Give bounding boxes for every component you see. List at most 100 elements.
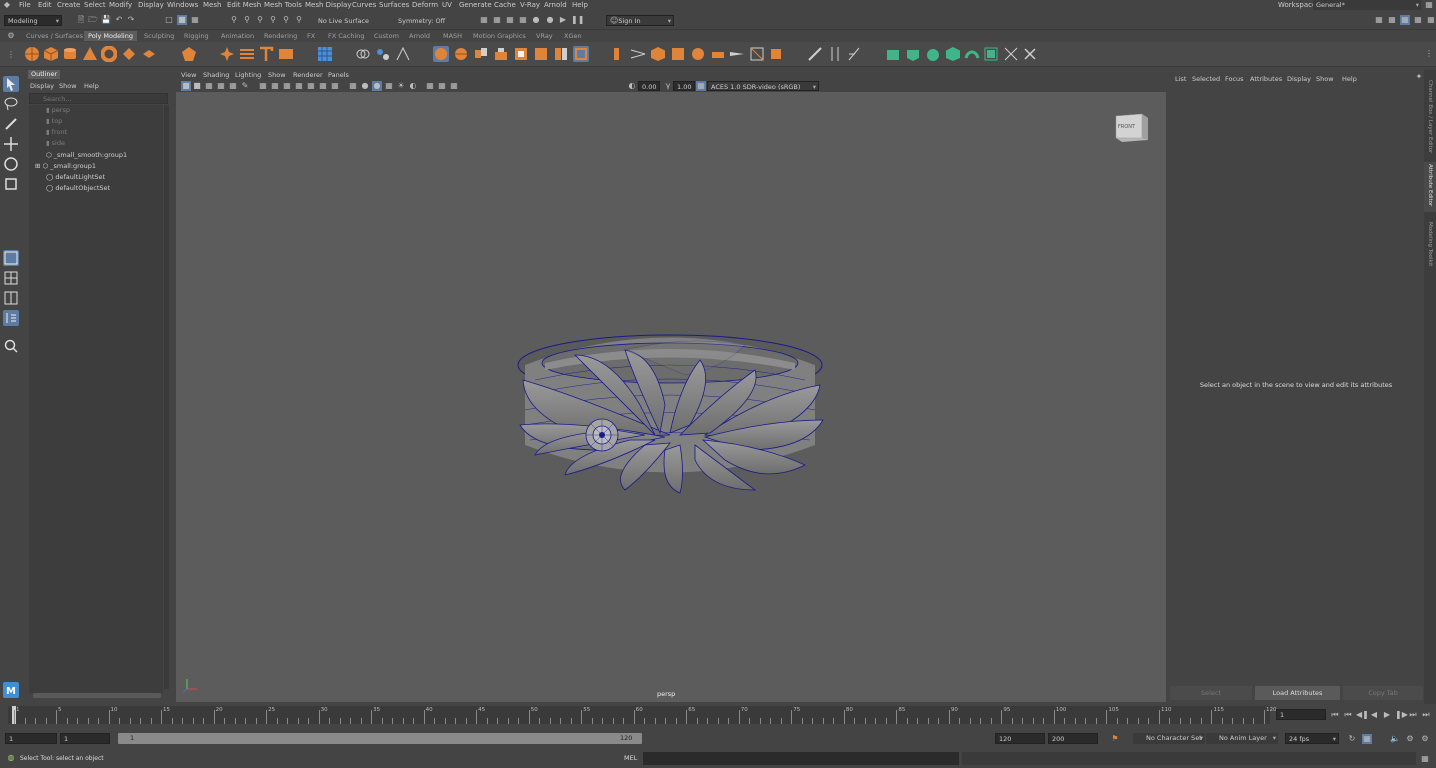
script-editor-open-icon[interactable]: ▦ [1420, 754, 1430, 764]
menu-surfaces[interactable]: Surfaces [379, 1, 409, 9]
ae-menu-attributes[interactable]: Attributes [1250, 74, 1282, 84]
color-management-icon[interactable]: ▦ [696, 81, 706, 91]
animation-end-field[interactable]: 200 [1048, 733, 1098, 744]
vray-render-icon[interactable]: ● [545, 15, 555, 25]
outliner-vertical-scrollbar[interactable] [164, 105, 169, 689]
cut-uv-icon[interactable] [1003, 46, 1019, 62]
outliner-item-persp[interactable]: ▮ persp [46, 105, 70, 116]
render-settings-icon[interactable]: ▦ [518, 15, 528, 25]
connect-icon[interactable] [690, 46, 706, 62]
select-tool-icon[interactable] [3, 76, 19, 92]
render-frame-icon[interactable]: ▦ [492, 15, 502, 25]
slide-edge-icon[interactable] [846, 46, 862, 62]
tool-settings-icon[interactable]: ▦ [1413, 15, 1423, 25]
character-set-dropdown[interactable]: No Character Set [1133, 733, 1205, 744]
cached-playback-icon[interactable]: ▦ [1362, 734, 1372, 744]
viewport-menu-panels[interactable]: Panels [328, 70, 349, 80]
bookmarks-icon[interactable]: ▦ [204, 81, 214, 91]
sign-in-dropdown[interactable]: ☺Sign In [606, 15, 674, 26]
resolution-gate-icon[interactable]: ▦ [282, 81, 292, 91]
snap-projected-icon[interactable]: ⚲ [268, 15, 278, 25]
outliner-item-default-object-set[interactable]: ◯ defaultObjectSet [46, 183, 110, 194]
outliner-item-front[interactable]: ▮ front [46, 127, 67, 138]
ae-copy-tab-button[interactable]: Copy Tab [1343, 686, 1423, 700]
menu-modify[interactable]: Modify [109, 1, 132, 9]
move-tool-icon[interactable] [3, 136, 19, 152]
maya-home-icon[interactable]: M [3, 682, 19, 698]
unfold-uv-icon[interactable] [964, 46, 980, 62]
new-scene-icon[interactable]: 🗎 [76, 15, 86, 25]
super-shape-icon[interactable] [219, 46, 235, 62]
gamma-icon[interactable]: γ [663, 81, 673, 91]
wireframe-on-shaded-icon[interactable]: ● [372, 81, 382, 91]
ipr-render-icon[interactable]: ▦ [505, 15, 515, 25]
two-view-icon[interactable] [3, 290, 19, 306]
poly-cube-icon[interactable] [43, 46, 59, 62]
offset-edge-icon[interactable] [630, 46, 646, 62]
menu-display[interactable]: Display [138, 1, 164, 9]
poly-plane-icon[interactable] [121, 46, 137, 62]
single-view-icon[interactable] [3, 250, 19, 266]
paint-select-icon[interactable] [3, 116, 19, 132]
poly-disc-icon[interactable] [141, 46, 157, 62]
uv-editor-icon[interactable] [317, 46, 333, 62]
tab-custom[interactable]: Custom [370, 31, 403, 41]
menu-arnold[interactable]: Arnold [544, 1, 567, 9]
outliner-item-small-group[interactable]: ⊞ ⬡ _small:group1 [35, 161, 96, 172]
search-icon[interactable] [3, 338, 19, 354]
quad-draw-icon[interactable] [650, 46, 666, 62]
safe-action-icon[interactable]: ▦ [318, 81, 328, 91]
ae-menu-selected[interactable]: Selected [1192, 74, 1220, 84]
go-to-start-icon[interactable]: ⏮ [1330, 710, 1340, 720]
fill-hole-icon[interactable] [533, 46, 549, 62]
playback-end-field[interactable]: 120 [995, 733, 1045, 744]
command-language-label[interactable]: MEL [624, 754, 637, 762]
insert-edge-loop-icon[interactable] [611, 46, 627, 62]
side-tab-channel-box[interactable]: Channel Box / Layer Editor [1424, 80, 1436, 158]
planar-uv-icon[interactable] [885, 46, 901, 62]
auto-key-icon[interactable]: ⚙ [1420, 734, 1430, 744]
snap-grid-icon[interactable]: ⚲ [229, 15, 239, 25]
outliner-menu-show[interactable]: Show [59, 81, 77, 91]
menu-select[interactable]: Select [84, 1, 106, 9]
step-back-key-icon[interactable]: ⏮ [1343, 710, 1353, 720]
fps-dropdown[interactable]: 24 fps [1285, 733, 1339, 744]
platonic-solid-icon[interactable] [181, 46, 197, 62]
play-forward-icon[interactable]: ▶ [1382, 710, 1392, 720]
script-editor-icon[interactable]: ◍ [6, 753, 16, 763]
outliner-search-input[interactable]: Search... [29, 93, 168, 104]
channel-box-icon[interactable]: ▦ [1426, 15, 1436, 25]
ring-model[interactable] [505, 325, 835, 495]
menu-set-dropdown[interactable]: Modeling [4, 15, 62, 26]
tab-mash[interactable]: MASH [439, 31, 466, 41]
rotate-tool-icon[interactable] [3, 156, 19, 172]
menu-deform[interactable]: Deform [412, 1, 438, 9]
viewport-menu-shading[interactable]: Shading [203, 70, 229, 80]
step-back-frame-icon[interactable]: ◀❚ [1356, 710, 1369, 720]
svg-icon[interactable] [278, 46, 294, 62]
select-hierarchy-icon[interactable]: □ [164, 15, 174, 25]
undo-icon[interactable]: ↶ [114, 15, 124, 25]
exposure-icon[interactable]: ◐ [627, 81, 637, 91]
viewport-menu-view[interactable]: View [181, 70, 196, 80]
select-object-icon[interactable]: ■ [177, 15, 187, 25]
four-view-icon[interactable] [3, 270, 19, 286]
time-slider[interactable]: 1 5 10 15 20 25 30 35 40 45 50 55 60 65 70 75 80 85 90 95 10… [0, 704, 1436, 728]
outliner-layout-icon[interactable] [3, 310, 19, 326]
menu-file[interactable]: File [19, 1, 31, 9]
ae-menu-help[interactable]: Help [1342, 74, 1357, 84]
outliner-title[interactable]: Outliner [28, 70, 61, 79]
lights-icon[interactable]: ☀ [396, 81, 406, 91]
ae-menu-list[interactable]: List [1175, 74, 1186, 84]
twod-pan-icon[interactable]: ▦ [228, 81, 238, 91]
side-tab-modeling-toolkit[interactable]: Modeling Toolkit [1424, 220, 1436, 280]
arnold-render-icon[interactable]: ▶ [558, 15, 568, 25]
viewport-menu-show[interactable]: Show [268, 70, 286, 80]
separate-icon[interactable] [375, 46, 391, 62]
tab-rigging[interactable]: Rigging [180, 31, 213, 41]
outliner-item-side[interactable]: ▮ side [46, 138, 65, 149]
exposure-field[interactable]: 0.00 [638, 81, 660, 91]
tab-animation[interactable]: Animation [217, 31, 258, 41]
smooth-icon[interactable] [395, 46, 411, 62]
menu-edit[interactable]: Edit [38, 1, 52, 9]
